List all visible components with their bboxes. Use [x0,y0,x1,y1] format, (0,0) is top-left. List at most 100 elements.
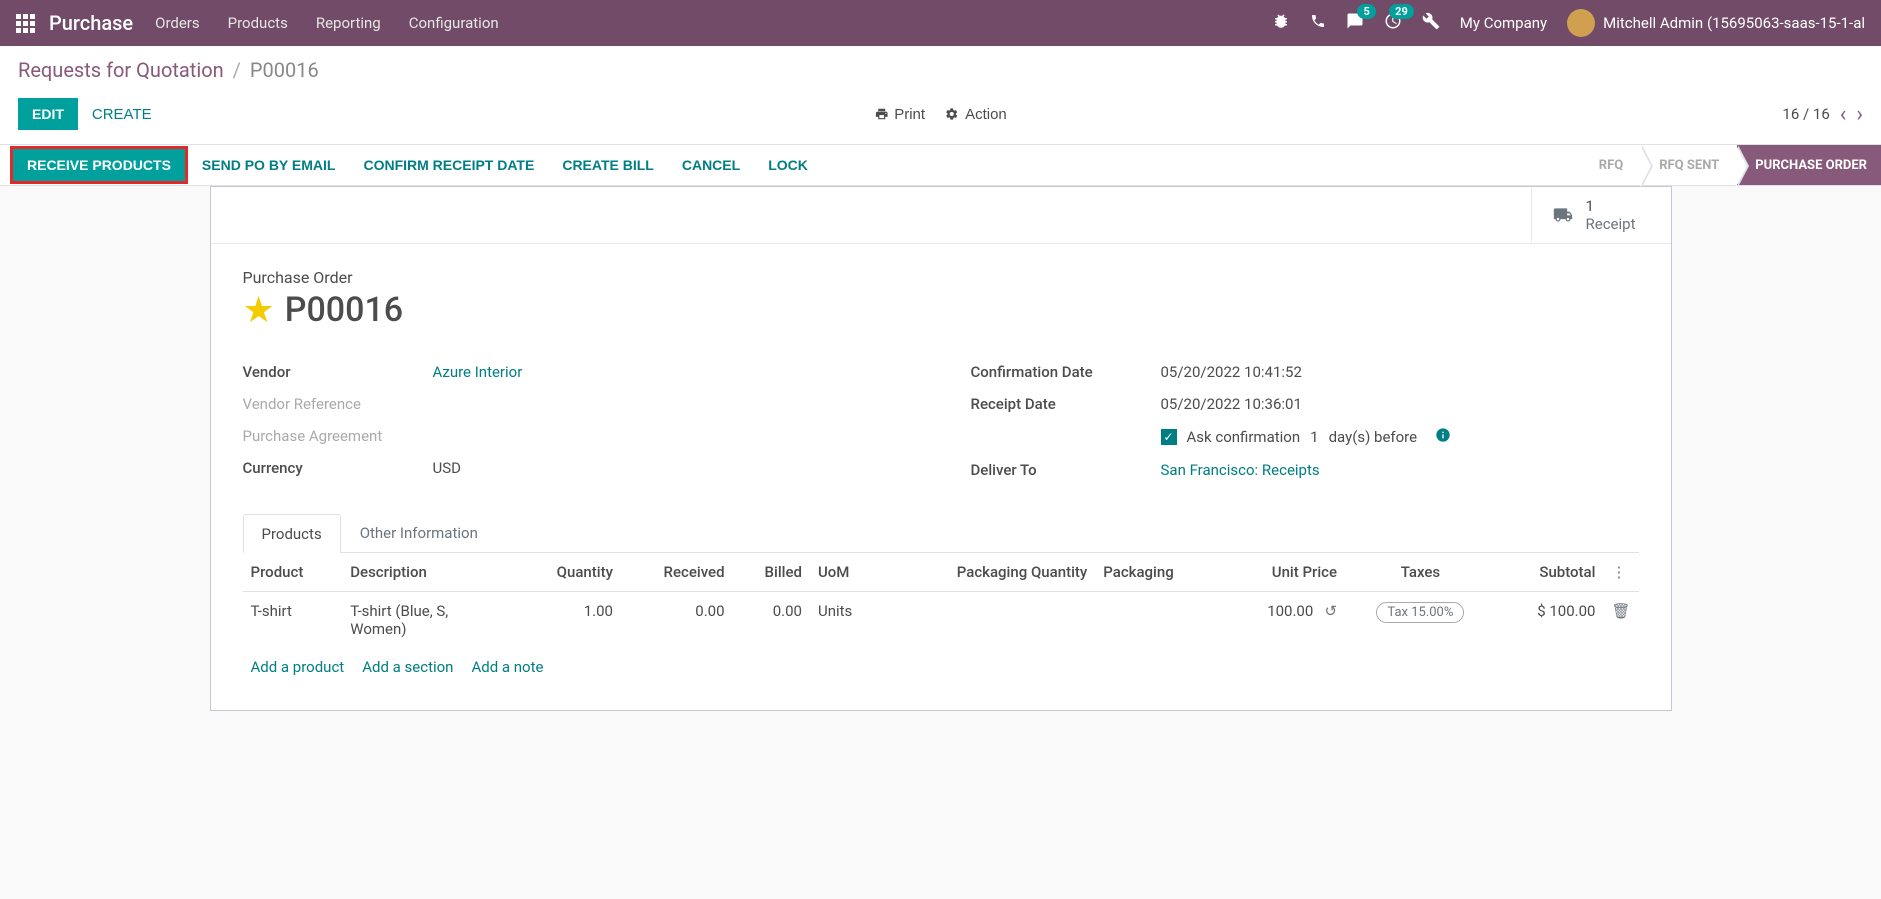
pager-text[interactable]: 16 / 16 [1782,105,1829,123]
add-product-link[interactable]: Add a product [251,658,345,676]
pager-next[interactable]: › [1856,102,1863,127]
cell-packaging [1095,592,1220,649]
phone-icon[interactable] [1310,13,1326,33]
doc-title: P00016 [285,290,403,330]
ask-confirm-checkbox[interactable]: ✓ [1161,429,1177,445]
activity-icon[interactable]: 29 [1384,12,1402,34]
cell-received: 0.00 [621,592,733,649]
info-icon[interactable] [1435,427,1451,447]
priority-star[interactable]: ★ [243,289,275,331]
add-section-link[interactable]: Add a section [362,658,453,676]
step-purchase-order[interactable]: PURCHASE ORDER [1737,145,1881,185]
refresh-price-icon[interactable]: ↺ [1324,602,1337,620]
breadcrumb-parent[interactable]: Requests for Quotation [18,58,224,82]
cell-pkg-qty [883,592,1095,649]
th-pkg-qty: Packaging Quantity [883,553,1095,592]
th-received: Received [621,553,733,592]
deliver-to-label: Deliver To [971,461,1161,479]
action-button[interactable]: Action [945,106,1007,123]
pager: 16 / 16 ‹ › [1782,102,1863,127]
breadcrumb-sep: / [233,58,241,82]
nav-configuration[interactable]: Configuration [409,14,499,32]
add-note-link[interactable]: Add a note [471,658,543,676]
avatar [1567,9,1595,37]
nav-menu: Orders Products Reporting Configuration [155,14,499,32]
table-row[interactable]: T-shirt T-shirt (Blue, S, Women) 1.00 0.… [243,592,1639,649]
deliver-to-value[interactable]: San Francisco: Receipts [1161,461,1320,479]
th-packaging: Packaging [1095,553,1220,592]
th-billed: Billed [733,553,810,592]
notebook-tabs: Products Other Information [243,513,1639,553]
company-switcher[interactable]: My Company [1460,14,1547,32]
currency-value: USD [433,459,461,477]
cell-subtotal: $ 100.00 [1496,592,1604,649]
gear-icon [945,107,959,121]
pager-prev[interactable]: ‹ [1840,102,1847,127]
nav-orders[interactable]: Orders [155,14,200,32]
cell-taxes: Tax 15.00% [1345,592,1496,649]
confirm-date-label: Confirmation Date [971,363,1161,381]
edit-button[interactable]: EDIT [18,98,78,130]
nav-reporting[interactable]: Reporting [316,14,381,32]
truck-icon [1550,205,1576,225]
nav-products[interactable]: Products [228,14,288,32]
currency-label: Currency [243,459,433,477]
receipt-date-label: Receipt Date [971,395,1161,413]
apps-icon[interactable] [16,14,35,33]
breadcrumb-row: Requests for Quotation / P00016 [0,46,1881,88]
control-bar: EDIT CREATE Print Action 16 / 16 ‹ › [0,88,1881,144]
confirm-receipt-date-button[interactable]: CONFIRM RECEIPT DATE [349,147,548,183]
ask-confirm-days: 1 [1310,428,1318,446]
activity-badge: 29 [1389,4,1414,19]
breadcrumb: Requests for Quotation / P00016 [18,58,1863,82]
ask-confirm-prefix: Ask confirmation [1187,428,1301,446]
vendor-label: Vendor [243,363,433,381]
print-icon [874,107,888,121]
receipt-label: Receipt [1586,215,1636,233]
cancel-button[interactable]: CANCEL [668,147,754,183]
form-sheet: 1 Receipt Purchase Order ★ P00016 Vendor… [210,186,1672,711]
bug-icon[interactable] [1272,12,1290,34]
user-name: Mitchell Admin (15695063-saas-15-1-al [1603,14,1865,32]
cell-unit-price: 100.00 ↺ [1221,592,1345,649]
lock-button[interactable]: LOCK [754,147,822,183]
vendor-value[interactable]: Azure Interior [433,363,523,381]
step-rfq[interactable]: RFQ [1581,145,1641,185]
kebab-icon[interactable]: ⋮ [1611,563,1626,581]
th-uom: UoM [810,553,883,592]
user-menu[interactable]: Mitchell Admin (15695063-saas-15-1-al [1567,9,1865,37]
action-label: Action [965,106,1007,123]
tax-tag[interactable]: Tax 15.00% [1376,602,1464,623]
status-steps: RFQ RFQ SENT PURCHASE ORDER [1581,145,1881,185]
chat-icon[interactable]: 5 [1346,12,1364,34]
receipt-stat-button[interactable]: 1 Receipt [1531,187,1671,243]
th-product: Product [243,553,343,592]
tools-icon[interactable] [1422,12,1440,34]
order-lines-table: Product Description Quantity Received Bi… [243,553,1639,686]
vendor-ref-label: Vendor Reference [243,395,433,413]
th-subtotal: Subtotal [1496,553,1604,592]
chat-badge: 5 [1357,4,1375,19]
th-description: Description [342,553,516,592]
status-bar: RECEIVE PRODUCTS SEND PO BY EMAIL CONFIR… [0,144,1881,186]
print-label: Print [894,106,925,123]
th-quantity: Quantity [516,553,621,592]
top-nav: Purchase Orders Products Reporting Confi… [0,0,1881,46]
receive-products-button[interactable]: RECEIVE PRODUCTS [10,146,188,184]
app-title[interactable]: Purchase [49,11,133,35]
th-unit-price: Unit Price [1221,553,1345,592]
breadcrumb-current: P00016 [250,58,319,82]
print-button[interactable]: Print [874,106,925,123]
tab-products[interactable]: Products [243,514,341,553]
ask-confirm-suffix: day(s) before [1329,428,1417,446]
cell-product: T-shirt [243,592,343,649]
status-actions: RECEIVE PRODUCTS SEND PO BY EMAIL CONFIR… [0,145,822,185]
send-po-email-button[interactable]: SEND PO BY EMAIL [188,147,350,183]
button-box: 1 Receipt [211,187,1671,244]
tab-other-info[interactable]: Other Information [341,513,497,552]
delete-row-icon[interactable]: 🗑 [1611,602,1630,620]
create-bill-button[interactable]: CREATE BILL [548,147,668,183]
step-rfq-sent[interactable]: RFQ SENT [1641,145,1737,185]
cell-quantity: 1.00 [516,592,621,649]
create-button[interactable]: CREATE [92,106,152,123]
